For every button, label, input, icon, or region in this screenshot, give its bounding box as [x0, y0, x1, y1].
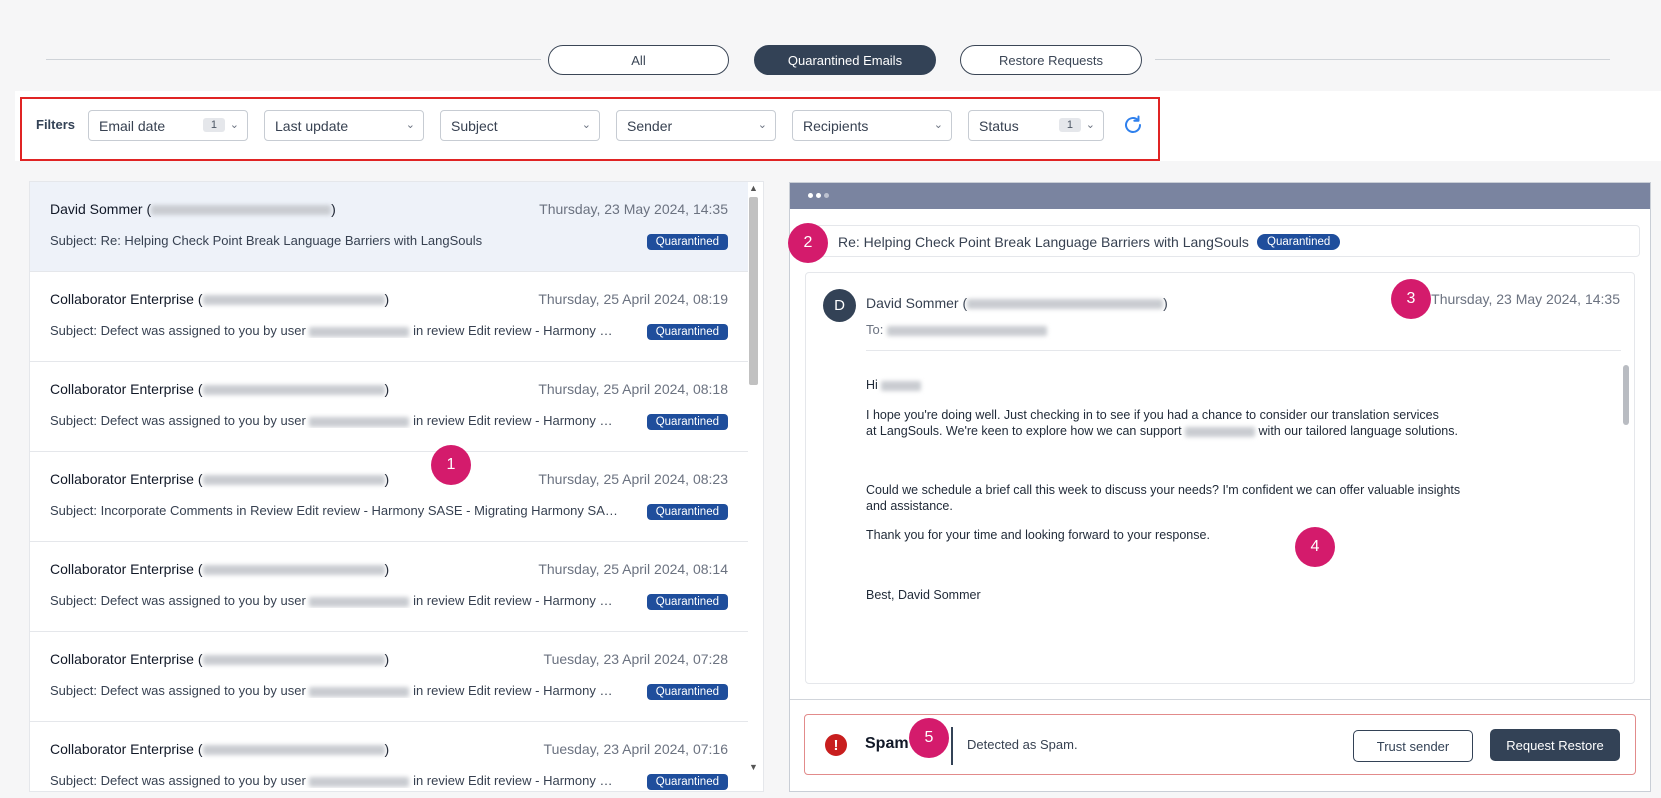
- message-date: Thursday, 23 May 2024, 14:35: [1431, 291, 1620, 307]
- tab-divider-left: [46, 59, 541, 60]
- email-list: David Sommer () Thursday, 23 May 2024, 1…: [29, 181, 764, 792]
- detail-header: [790, 183, 1650, 209]
- trust-sender-button[interactable]: Trust sender: [1353, 730, 1473, 762]
- message-from: David Sommer (): [866, 295, 1168, 311]
- paragraph-1: I hope you're doing well. Just checking …: [866, 408, 1458, 438]
- filter-status[interactable]: Status 1 ⌄: [968, 110, 1104, 141]
- email-sender: Collaborator Enterprise (): [50, 741, 390, 757]
- callout-marker: 1: [431, 445, 471, 485]
- chevron-down-icon: ⌄: [757, 119, 767, 131]
- paragraph-3: Thank you for your time and looking forw…: [866, 528, 1210, 542]
- divider: [866, 350, 1621, 351]
- filter-email-date-label: Email date: [99, 117, 166, 134]
- filter-last-update[interactable]: Last update ⌄: [264, 110, 424, 141]
- email-date: Thursday, 25 April 2024, 08:18: [538, 381, 728, 397]
- email-sender: Collaborator Enterprise (): [50, 381, 390, 397]
- email-row[interactable]: Collaborator Enterprise () Thursday, 25 …: [30, 452, 748, 542]
- callout-marker: 2: [788, 223, 828, 263]
- detail-subject-bar: Re: Helping Check Point Break Language B…: [800, 225, 1640, 257]
- email-subject: Subject: Defect was assigned to you by u…: [50, 413, 620, 428]
- chevron-down-icon: ⌄: [933, 119, 943, 131]
- status-badge: Quarantined: [646, 504, 728, 520]
- footer-divider: [790, 699, 1650, 700]
- spam-title: Spam: [865, 735, 909, 752]
- request-restore-button[interactable]: Request Restore: [1490, 729, 1620, 761]
- email-row[interactable]: Collaborator Enterprise () Thursday, 25 …: [30, 362, 748, 452]
- email-sender: Collaborator Enterprise (): [50, 561, 390, 577]
- message-body: D David Sommer () To: Thursday, 23 May 2…: [805, 272, 1635, 684]
- email-row[interactable]: Collaborator Enterprise () Tuesday, 23 A…: [30, 632, 748, 722]
- paragraph-2: Could we schedule a brief call this week…: [866, 483, 1461, 513]
- signature: Best, David Sommer: [866, 588, 981, 602]
- email-sender: Collaborator Enterprise (): [50, 291, 390, 307]
- status-badge: Quarantined: [1257, 234, 1341, 250]
- spam-description: Detected as Spam.: [967, 737, 1078, 752]
- filter-email-date-count: 1: [202, 118, 225, 132]
- message-to: To:: [866, 322, 1047, 337]
- email-date: Thursday, 25 April 2024, 08:23: [538, 471, 728, 487]
- email-date: Thursday, 23 May 2024, 14:35: [539, 201, 728, 217]
- tab-restore-requests[interactable]: Restore Requests: [960, 45, 1142, 75]
- email-subject: Subject: Re: Helping Check Point Break L…: [50, 233, 483, 248]
- chevron-down-icon: ⌄: [405, 119, 415, 131]
- status-badge: Quarantined: [646, 684, 728, 700]
- filters-label: Filters: [36, 117, 76, 132]
- email-date: Thursday, 25 April 2024, 08:14: [538, 561, 728, 577]
- list-scroll-thumb[interactable]: [749, 197, 758, 385]
- greeting: Hi: [866, 377, 922, 393]
- callout-marker: 5: [909, 718, 949, 758]
- email-sender: David Sommer (): [50, 201, 336, 217]
- callout-marker: 4: [1295, 527, 1335, 567]
- filter-subject-label: Subject: [451, 117, 498, 134]
- top-bar: All Quarantined Emails Restore Requests: [0, 0, 1661, 92]
- chevron-down-icon: ⌄: [581, 119, 591, 131]
- chevron-down-icon: ⌄: [229, 119, 239, 131]
- alert-icon: !: [825, 734, 847, 756]
- refresh-icon[interactable]: [1121, 113, 1145, 137]
- email-date: Tuesday, 23 April 2024, 07:16: [543, 741, 728, 757]
- tab-divider-right: [1155, 59, 1610, 60]
- email-row[interactable]: Collaborator Enterprise () Tuesday, 23 A…: [30, 722, 748, 791]
- email-subject: Subject: Defect was assigned to you by u…: [50, 683, 620, 698]
- email-subject: Subject: Defect was assigned to you by u…: [50, 323, 620, 338]
- email-sender: Collaborator Enterprise (): [50, 651, 390, 667]
- filter-email-date[interactable]: Email date 1 ⌄: [88, 110, 248, 141]
- chevron-down-icon: ⌄: [1085, 119, 1095, 131]
- scroll-down-arrow[interactable]: ▼: [749, 762, 758, 772]
- scroll-up-arrow[interactable]: ▲: [749, 183, 758, 193]
- avatar: D: [823, 289, 856, 322]
- divider: [951, 727, 953, 765]
- email-subject: Subject: Incorporate Comments in Review …: [50, 503, 620, 518]
- email-date: Tuesday, 23 April 2024, 07:28: [543, 651, 728, 667]
- status-badge: Quarantined: [646, 414, 728, 430]
- filter-last-update-label: Last update: [275, 117, 349, 134]
- email-detail-panel: Re: Helping Check Point Break Language B…: [789, 182, 1651, 792]
- filter-recipients[interactable]: Recipients ⌄: [792, 110, 952, 141]
- email-row[interactable]: Collaborator Enterprise () Thursday, 25 …: [30, 542, 748, 632]
- tab-quarantined-emails[interactable]: Quarantined Emails: [754, 45, 936, 75]
- email-sender: Collaborator Enterprise (): [50, 471, 390, 487]
- filter-sender-label: Sender: [627, 117, 673, 134]
- email-subject: Subject: Defect was assigned to you by u…: [50, 773, 620, 788]
- email-subject: Subject: Defect was assigned to you by u…: [50, 593, 620, 608]
- window-dots-icon: [808, 193, 829, 198]
- filter-status-label: Status: [979, 117, 1019, 134]
- email-date: Thursday, 25 April 2024, 08:19: [538, 291, 728, 307]
- status-badge: Quarantined: [646, 234, 728, 250]
- status-badge: Quarantined: [646, 324, 728, 340]
- detail-subject: Re: Helping Check Point Break Language B…: [838, 234, 1249, 250]
- callout-marker: 3: [1391, 279, 1431, 319]
- tab-all[interactable]: All: [548, 45, 729, 75]
- filter-subject[interactable]: Subject ⌄: [440, 110, 600, 141]
- filter-recipients-label: Recipients: [803, 117, 869, 134]
- status-badge: Quarantined: [646, 594, 728, 610]
- filter-status-count: 1: [1058, 118, 1081, 132]
- message-scrollbar[interactable]: [1623, 365, 1629, 425]
- email-row[interactable]: Collaborator Enterprise () Thursday, 25 …: [30, 272, 748, 362]
- email-row[interactable]: David Sommer () Thursday, 23 May 2024, 1…: [30, 182, 748, 272]
- status-badge: Quarantined: [646, 774, 728, 790]
- filter-sender[interactable]: Sender ⌄: [616, 110, 776, 141]
